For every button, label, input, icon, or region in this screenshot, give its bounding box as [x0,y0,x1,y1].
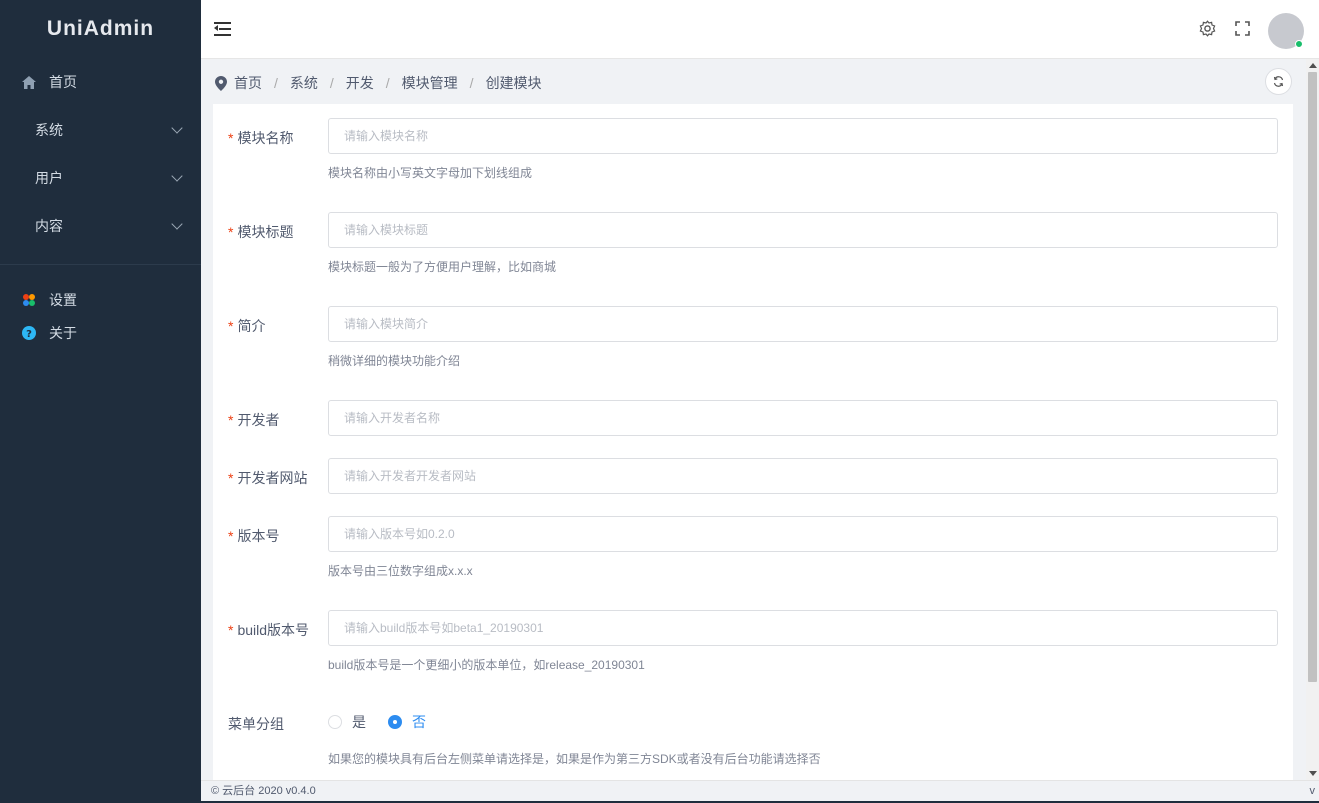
svg-text:?: ? [26,329,32,340]
field-help: 模块标题一般为了方便用户理解，比如商城 [328,260,557,274]
chevron-down-icon [171,122,183,134]
footer-right-text: v [1309,785,1316,797]
sidebar-divider [0,264,201,265]
avatar[interactable] [1268,13,1304,49]
field-label: 简介 [237,318,266,334]
breadcrumb-item[interactable]: 系统 [290,73,318,93]
field-label: 菜单分组 [228,716,284,732]
field-label: 版本号 [237,528,280,544]
sidebar-item-about[interactable]: ? 关于 [0,316,201,349]
sidebar-item-users[interactable]: 用户 [0,154,201,202]
create-module-form: *模块名称 模块名称由小写英文字母加下划线组成 *模块标题 模块标题一般为了方便… [213,104,1293,780]
sidebar-item-label: 内容 [35,218,63,234]
field-help: 稍微详细的模块功能介绍 [328,354,461,368]
breadcrumb-item[interactable]: 首页 [234,73,262,93]
scroll-thumb[interactable] [1308,72,1317,682]
scroll-up-arrow[interactable] [1309,63,1317,68]
gear-icon[interactable] [1198,20,1216,38]
help-icon: ? [22,325,36,340]
refresh-button[interactable] [1265,68,1292,95]
menu-group-radio-yes[interactable]: 是 [328,712,366,732]
field-help: build版本号是一个更细小的版本单位，如release_20190301 [328,658,645,672]
top-header [201,0,1319,59]
breadcrumb-current: 创建模块 [485,75,542,91]
palette-icon [22,293,36,307]
page-scrollbar[interactable] [1306,59,1319,780]
sidebar-item-label: 设置 [49,291,77,308]
footer: © 云后台 2020 v0.4.0 v [201,780,1319,801]
build-version-input[interactable] [328,610,1278,646]
breadcrumb-item[interactable]: 开发 [346,73,374,93]
sidebar: UniAdmin 首页 系统 用户 内容 设置 ? 关于 [0,0,201,803]
menu-fold-icon[interactable] [214,22,231,36]
field-label: 开发者网站 [237,470,308,486]
breadcrumb-bar: 首页 / 系统 / 开发 / 模块管理 / 创建模块 [201,59,1319,104]
sidebar-item-system[interactable]: 系统 [0,106,201,154]
field-label: 模块标题 [237,224,294,240]
module-name-input[interactable] [328,118,1278,154]
sidebar-item-settings[interactable]: 设置 [0,283,201,316]
module-title-input[interactable] [328,212,1278,248]
breadcrumb: 首页 / 系统 / 开发 / 模块管理 / 创建模块 [215,73,542,93]
radio-circle[interactable] [388,715,402,729]
location-pin-icon [215,75,227,91]
scroll-down-arrow[interactable] [1309,771,1317,776]
field-help: 版本号由三位数字组成x.x.x [328,564,473,578]
fullscreen-icon[interactable] [1233,20,1251,38]
sidebar-item-label: 首页 [49,74,77,90]
version-input[interactable] [328,516,1278,552]
author-name-input[interactable] [328,400,1278,436]
chevron-down-icon [171,218,183,230]
online-status-dot [1295,40,1303,48]
radio-circle[interactable] [328,715,342,729]
menu-group-radio-group: 是 否 [328,712,448,732]
app-logo: UniAdmin [46,17,155,40]
chevron-down-icon [171,170,183,182]
author-website-input[interactable] [328,458,1278,494]
copyright-text: © 云后台 2020 v0.4.0 [211,785,316,797]
sidebar-item-label: 系统 [35,122,63,138]
breadcrumb-item[interactable]: 模块管理 [402,73,458,93]
menu-group-radio-no[interactable]: 否 [388,712,426,732]
home-icon [22,75,36,89]
sidebar-item-content[interactable]: 内容 [0,202,201,250]
module-desc-input[interactable] [328,306,1278,342]
field-help: 如果您的模块具有后台左侧菜单请选择是，如果是作为第三方SDK或者没有后台功能请选… [328,752,821,766]
field-help: 模块名称由小写英文字母加下划线组成 [328,166,533,180]
sidebar-item-label: 用户 [35,170,63,186]
sidebar-item-home[interactable]: 首页 [0,58,201,106]
refresh-icon [1273,76,1284,87]
sidebar-item-label: 关于 [49,324,77,341]
field-label: build版本号 [237,622,310,638]
field-label: 模块名称 [237,130,294,146]
field-label: 开发者 [237,412,280,428]
